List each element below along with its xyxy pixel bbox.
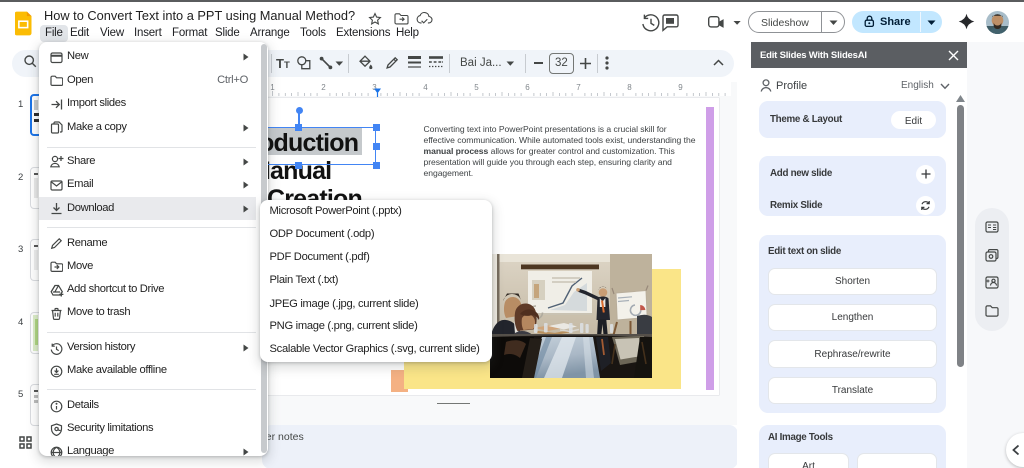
svg-text:2: 2 [321, 83, 326, 92]
svg-text:9: 9 [678, 83, 683, 92]
svg-text:6: 6 [525, 83, 530, 92]
svg-text:4: 4 [423, 83, 428, 92]
svg-text:5: 5 [474, 83, 479, 92]
svg-text:7: 7 [576, 83, 581, 92]
svg-text:1: 1 [270, 83, 275, 92]
svg-text:8: 8 [627, 83, 632, 92]
